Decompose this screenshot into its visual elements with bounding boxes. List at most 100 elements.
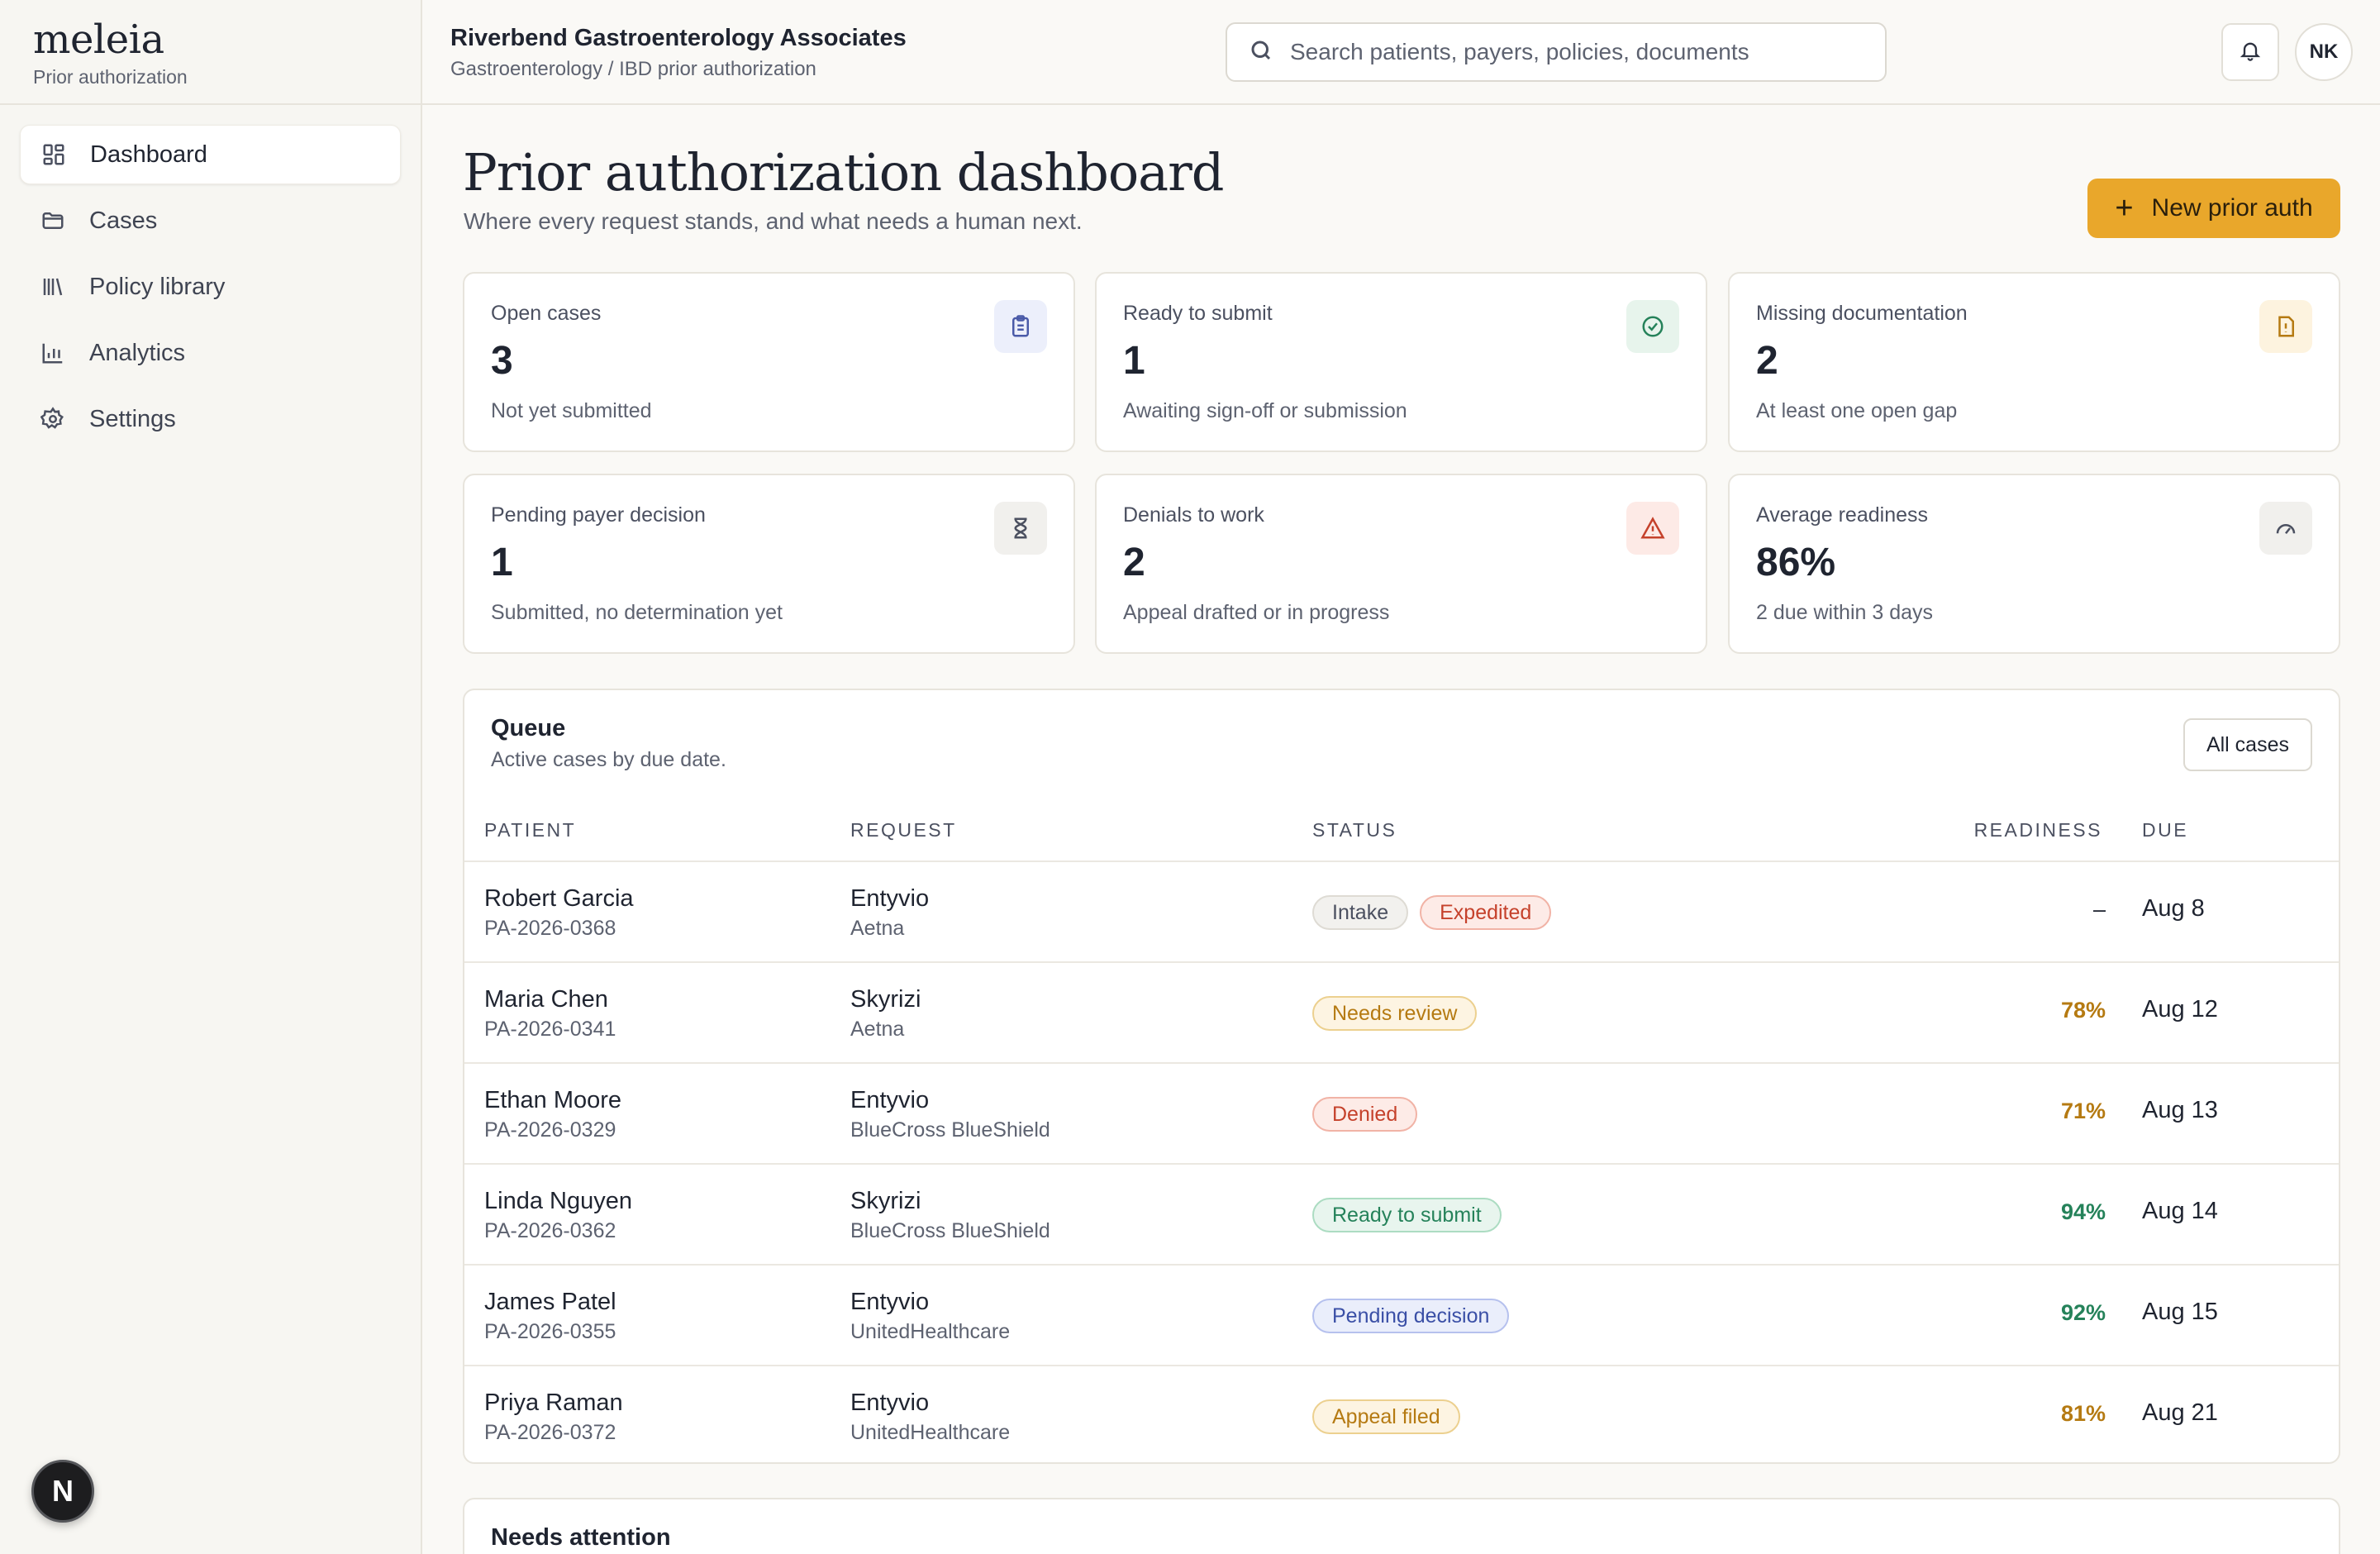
queue-subtitle: Active cases by due date. [491,748,726,771]
new-prior-auth-label: New prior auth [2151,194,2313,222]
status-badges: Intake Expedited [1312,895,1552,930]
sidebar-item-label: Analytics [89,339,186,366]
request-payer: BlueCross BlueShield [850,1118,1050,1142]
stat-value: 1 [1123,339,1145,383]
brand-subtitle: Prior authorization [33,66,188,88]
search-icon [1249,38,1290,67]
plus-icon: + [2115,191,2134,226]
check-circle-icon [1626,300,1679,353]
stat-note: At least one open gap [1756,399,1958,422]
sidebar-item-label: Policy library [89,273,226,300]
stat-card-missing-documentation[interactable]: Missing documentation 2 At least one ope… [1728,272,2340,452]
stat-label: Pending payer decision [491,503,706,527]
patient-name: James Patel [484,1289,616,1315]
warning-triangle-icon [1626,502,1679,555]
org-name: Riverbend Gastroenterology Associates [450,25,907,51]
status-badges: Denied [1312,1097,1418,1132]
readiness-value: 92% [2060,1300,2106,1325]
due-date: Aug 14 [2142,1198,2218,1224]
request-drug: Entyvio [850,1087,930,1113]
brand-name: meleia [33,17,164,63]
stat-card-ready-to-submit[interactable]: Ready to submit 1 Awaiting sign-off or s… [1095,272,1707,452]
table-row[interactable]: Robert Garcia PA-2026-0368 Entyvio Aetna Int… [464,860,2339,961]
column-header-patient[interactable]: PATIENT [484,819,576,841]
status-badges: Ready to submit [1312,1198,1502,1232]
sidebar-item-cases[interactable]: Cases [20,191,401,250]
patient-name: Maria Chen [484,986,608,1013]
page-subtitle: Where every request stands, and what nee… [464,208,1083,234]
queue-title: Queue [491,715,566,741]
brand[interactable]: meleia Prior authorization [0,0,421,105]
stat-card-denials-to-work[interactable]: Denials to work 2 Appeal drafted or in p… [1095,474,1707,654]
request-payer: Aetna [850,1018,905,1041]
sidebar-item-policy-library[interactable]: Policy library [20,257,401,317]
stat-card-average-readiness[interactable]: Average readiness 86% 2 due within 3 day… [1728,474,2340,654]
readiness-value: – [2092,897,2106,922]
sidebar-item-label: Cases [89,207,158,234]
hourglass-icon [994,502,1047,555]
stat-value: 86% [1756,541,1836,584]
stat-card-open-cases[interactable]: Open cases 3 Not yet submitted [463,272,1075,452]
due-date: Aug 8 [2142,895,2205,922]
patient-name: Linda Nguyen [484,1188,632,1214]
stat-note: Not yet submitted [491,399,652,422]
readiness-value: 71% [2060,1099,2106,1123]
bar-chart-icon [40,340,66,366]
table-row[interactable]: Priya Raman PA-2026-0372 Entyvio UnitedHeal… [464,1365,2339,1462]
all-cases-button[interactable]: All cases [2182,718,2312,771]
column-header-request[interactable]: REQUEST [850,819,957,841]
stat-note: Appeal drafted or in progress [1123,601,1390,624]
request-payer: Aetna [850,917,905,940]
stat-value: 1 [491,541,513,584]
case-id: PA-2026-0329 [484,1118,616,1142]
status-badge: Expedited [1420,895,1552,930]
status-badge: Appeal filed [1312,1399,1460,1434]
stat-value: 2 [1123,541,1145,584]
sidebar-item-label: Settings [89,405,176,432]
new-prior-auth-button[interactable]: + New prior auth [2087,179,2340,238]
case-id: PA-2026-0341 [484,1018,616,1041]
top-header: Riverbend Gastroenterology Associates Ga… [422,0,2380,105]
table-row[interactable]: James Patel PA-2026-0355 Entyvio UnitedHeal… [464,1264,2339,1365]
sidebar-item-dashboard[interactable]: Dashboard [20,125,401,184]
due-date: Aug 15 [2142,1299,2218,1325]
due-date: Aug 21 [2142,1399,2218,1426]
readiness-value: 78% [2060,998,2106,1022]
stat-label: Denials to work [1123,503,1264,527]
needs-attention-title: Needs attention [491,1524,671,1551]
queue-panel: Queue Active cases by due date. All case… [463,689,2340,1464]
library-icon [40,274,66,300]
readiness-value: 94% [2060,1199,2106,1224]
corner-badge[interactable]: N [31,1460,94,1523]
document-alert-icon [2259,300,2312,353]
stat-note: Awaiting sign-off or submission [1123,399,1407,422]
sidebar-item-analytics[interactable]: Analytics [20,323,401,383]
sidebar-item-settings[interactable]: Settings [20,389,401,449]
search-input[interactable] [1290,39,1852,65]
stat-value: 3 [491,339,513,383]
status-badge: Intake [1312,895,1409,930]
search-box[interactable] [1226,22,1887,82]
status-badges: Pending decision [1312,1299,1510,1333]
table-row[interactable]: Ethan Moore PA-2026-0329 Entyvio BlueCross … [464,1062,2339,1163]
table-row[interactable]: Linda Nguyen PA-2026-0362 Skyrizi BlueCross… [464,1163,2339,1264]
sidebar-nav: Dashboard Cases Policy library Analytics… [0,105,421,449]
request-drug: Entyvio [850,1390,930,1416]
case-id: PA-2026-0355 [484,1320,616,1343]
table-row[interactable]: Maria Chen PA-2026-0341 Skyrizi Aetna Needs … [464,961,2339,1062]
column-header-status[interactable]: STATUS [1312,819,1397,841]
stat-card-pending-payer-decision[interactable]: Pending payer decision 1 Submitted, no d… [463,474,1075,654]
stat-label: Average readiness [1756,503,1929,527]
folder-icon [40,207,66,234]
column-header-readiness[interactable]: READINESS [1974,819,2102,841]
user-avatar[interactable]: NK [2295,23,2353,81]
status-badges: Needs review [1312,996,1478,1031]
case-id: PA-2026-0362 [484,1219,616,1242]
notifications-button[interactable] [2221,23,2279,81]
status-badge: Denied [1312,1097,1418,1132]
request-drug: Skyrizi [850,1188,921,1214]
sidebar-item-label: Dashboard [90,141,207,168]
column-header-due[interactable]: DUE [2142,819,2188,841]
gear-icon [40,406,66,432]
request-drug: Entyvio [850,1289,930,1315]
